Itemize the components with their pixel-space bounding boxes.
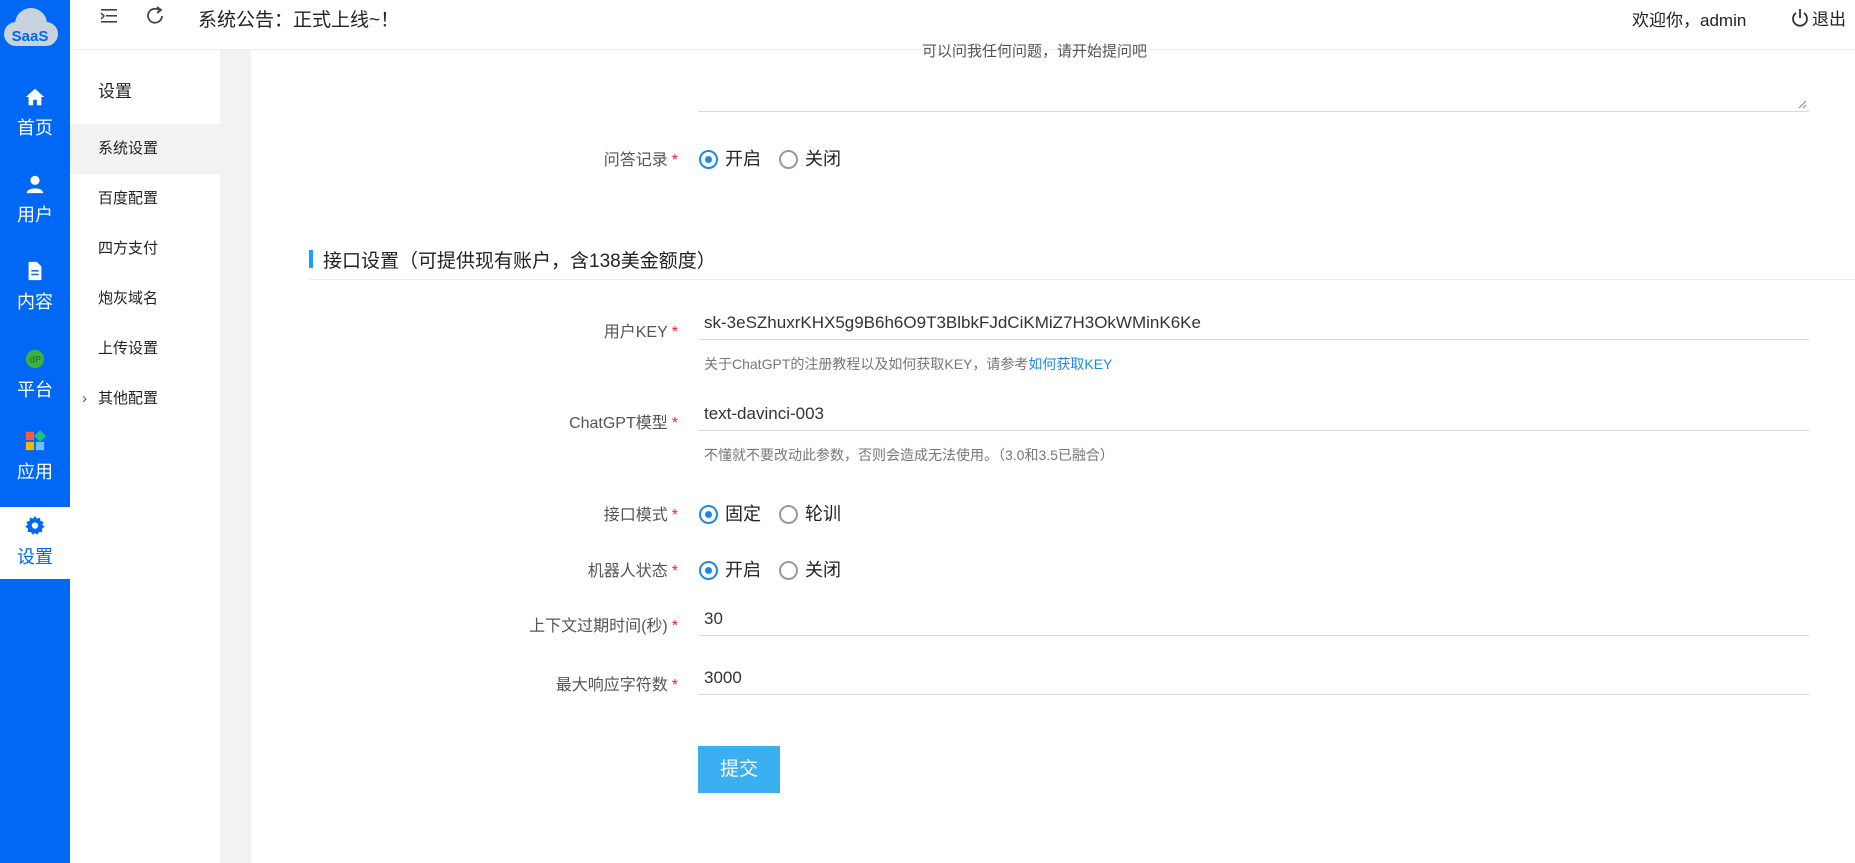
subnav-item-domain[interactable]: 炮灰域名: [70, 274, 220, 324]
svg-text:dP: dP: [29, 355, 41, 366]
rail-item-content[interactable]: 内容: [0, 260, 70, 332]
label-text: 上下文过期时间(秒): [529, 618, 668, 635]
label-text: 问答记录: [603, 152, 668, 169]
subnav-item-upload[interactable]: 上传设置: [70, 324, 220, 374]
qa-record-off-radio[interactable]: 关闭: [779, 145, 841, 171]
welcome-text: 欢迎你，admin: [1632, 11, 1747, 30]
rail-item-platform[interactable]: dP 平台: [0, 348, 70, 420]
subnav-item-label: 其他配置: [98, 390, 159, 407]
rail-label: 内容: [17, 292, 53, 312]
max-chars-label: 最大响应字符数 *: [251, 671, 678, 695]
welcome-message-textarea[interactable]: 可以问我任何问题，请开始提问吧: [698, 43, 1809, 112]
refresh-icon[interactable]: [144, 5, 166, 27]
submit-button[interactable]: 提交: [698, 746, 780, 793]
section-title: 接口设置（可提供现有账户，含138美金额度）: [323, 251, 716, 272]
model-label: ChatGPT模型 *: [251, 409, 678, 433]
radio-dot: [779, 505, 798, 524]
bot-status-on-radio[interactable]: 开启: [699, 556, 761, 582]
radio-label: 开启: [725, 149, 761, 169]
radio-label: 关闭: [805, 560, 841, 580]
required-mark: *: [671, 415, 678, 432]
required-mark: *: [671, 152, 678, 169]
radio-dot: [779, 150, 798, 169]
subnav-item-baidu[interactable]: 百度配置: [70, 174, 220, 224]
label-text: 接口模式: [603, 507, 668, 524]
logo-text: SaaS: [11, 28, 49, 45]
logout-button[interactable]: 退出: [1790, 5, 1846, 30]
bot-status-label: 机器人状态 *: [251, 557, 678, 581]
bot-status-off-radio[interactable]: 关闭: [779, 556, 841, 582]
radio-label: 关闭: [805, 149, 841, 169]
required-mark: *: [671, 677, 678, 694]
radio-label: 固定: [725, 504, 761, 524]
logout-label: 退出: [1812, 10, 1846, 29]
required-mark: *: [671, 563, 678, 580]
document-icon: [28, 261, 42, 281]
radio-dot: [699, 561, 718, 580]
main-rail: SaaS 首页 用户 内容 dP 平台 应用 设置: [0, 0, 70, 863]
label-text: 机器人状态: [587, 563, 668, 580]
api-mode-fixed-radio[interactable]: 固定: [699, 500, 761, 526]
user-key-help: 关于ChatGPT的注册教程以及如何获取KEY，请参考如何获取KEY: [704, 354, 1112, 374]
textarea-text: 可以问我任何问题，请开始提问吧: [922, 43, 1148, 60]
resize-grip-icon[interactable]: [1797, 99, 1807, 109]
model-help: 不懂就不要改动此参数，否则会造成无法使用。（3.0和3.5已融合）: [704, 447, 1114, 463]
subnav-item-label: 上传设置: [98, 340, 159, 357]
content-gutter: [220, 50, 251, 863]
subnav-item-system[interactable]: 系统设置: [70, 124, 220, 174]
system-notice: 系统公告：正式上线~！: [198, 10, 400, 31]
subnav-title: 设置: [98, 82, 132, 101]
subnav-item-label: 四方支付: [98, 240, 159, 257]
required-mark: *: [671, 507, 678, 524]
radio-dot: [779, 561, 798, 580]
user-key-label: 用户KEY *: [251, 318, 678, 342]
home-icon: [25, 88, 45, 106]
logo[interactable]: SaaS: [0, 0, 62, 54]
label-text: 最大响应字符数: [555, 677, 668, 694]
rail-label: 应用: [17, 462, 53, 482]
subnav-item-label: 百度配置: [98, 190, 159, 207]
context-expiry-input[interactable]: 30: [698, 604, 1809, 636]
section-accent-bar: [309, 250, 313, 268]
context-expiry-label: 上下文过期时间(秒) *: [251, 612, 678, 636]
max-chars-input[interactable]: 3000: [698, 663, 1809, 695]
rail-label: 设置: [17, 547, 53, 567]
apps-icon: [25, 430, 46, 451]
api-mode-rotate-radio[interactable]: 轮训: [779, 500, 841, 526]
rail-item-user[interactable]: 用户: [0, 173, 70, 245]
api-settings-section: 接口设置（可提供现有账户，含138美金额度）: [309, 239, 1855, 280]
label-text: 用户KEY: [603, 324, 668, 341]
rail-label: 平台: [17, 380, 53, 400]
rail-item-apps[interactable]: 应用: [0, 430, 70, 502]
api-mode-label: 接口模式 *: [251, 501, 678, 525]
label-text: ChatGPT模型: [569, 415, 668, 432]
subnav-item-payment[interactable]: 四方支付: [70, 224, 220, 274]
radio-dot: [699, 505, 718, 524]
required-mark: *: [671, 324, 678, 341]
settings-subnav: 设置 系统设置 百度配置 四方支付 炮灰域名 上传设置 › 其他配置: [70, 50, 220, 863]
gear-icon: [25, 515, 45, 535]
platform-icon: dP: [25, 349, 45, 369]
model-input[interactable]: text-davinci-003: [698, 399, 1809, 431]
user-key-input[interactable]: sk-3eSZhuxrKHX5g9B6h6O9T3BlbkFJdCiKMiZ7H…: [698, 308, 1809, 340]
radio-label: 轮训: [805, 504, 841, 524]
required-mark: *: [671, 618, 678, 635]
how-to-get-key-link[interactable]: 如何获取KEY: [1028, 356, 1112, 372]
rail-label: 首页: [17, 118, 53, 138]
user-icon: [26, 175, 44, 194]
qa-record-label: 问答记录 *: [251, 146, 678, 170]
qa-record-on-radio[interactable]: 开启: [699, 145, 761, 171]
power-icon: [1792, 9, 1808, 27]
rail-item-home[interactable]: 首页: [0, 86, 70, 158]
radio-label: 开启: [725, 560, 761, 580]
rail-item-settings[interactable]: 设置: [0, 507, 70, 579]
menu-toggle-icon[interactable]: [98, 5, 120, 27]
subnav-item-label: 炮灰域名: [98, 290, 159, 307]
rail-label: 用户: [17, 205, 53, 225]
help-text: 关于ChatGPT的注册教程以及如何获取KEY，请参考: [704, 356, 1029, 372]
chevron-right-icon: ›: [82, 390, 87, 407]
subnav-item-other[interactable]: › 其他配置: [70, 374, 220, 424]
subnav-item-label: 系统设置: [98, 140, 159, 157]
radio-dot: [699, 150, 718, 169]
